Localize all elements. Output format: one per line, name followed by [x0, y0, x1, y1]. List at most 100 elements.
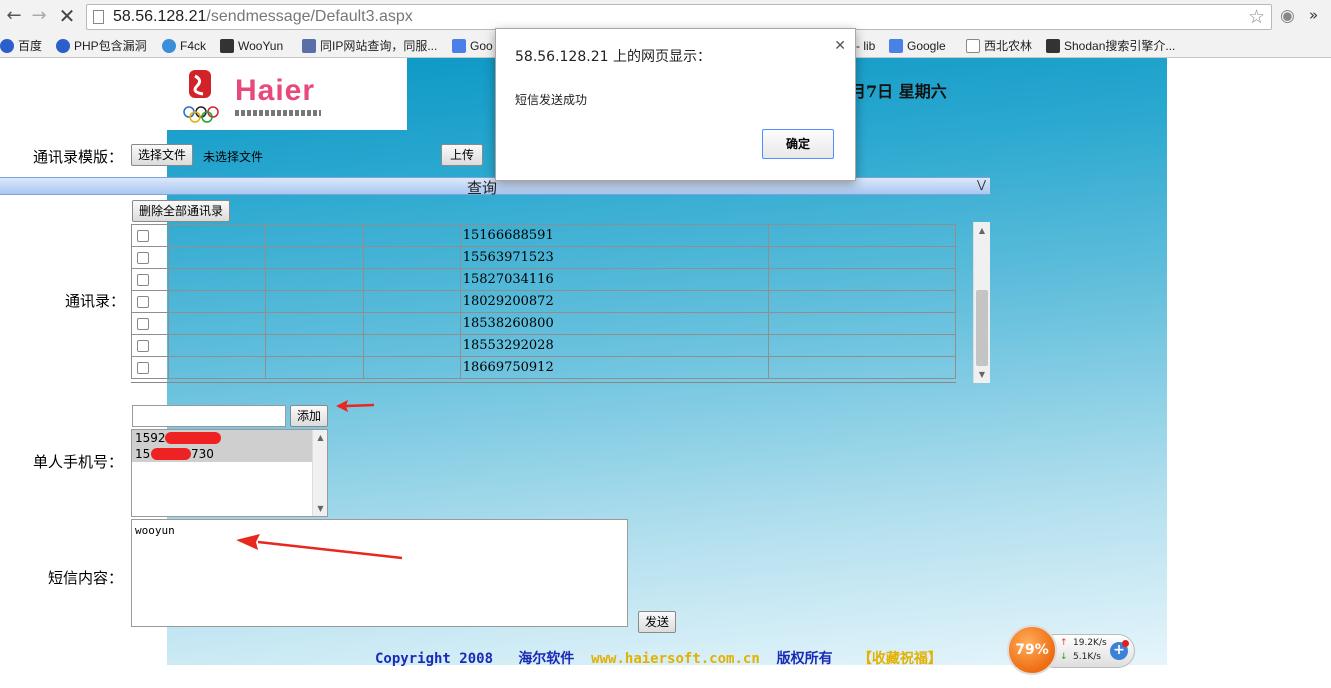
extension-globe-icon[interactable]: ◉	[1280, 6, 1295, 26]
bookmark-label: - lib	[856, 39, 876, 53]
bookmark-item[interactable]: 百度	[0, 37, 42, 55]
query-label: 查询	[467, 179, 498, 197]
bookmark-label: WooYun	[238, 39, 284, 53]
table-row: 18553292028	[131, 334, 956, 357]
footer-site-link[interactable]: www.haiersoft.com.cn	[591, 651, 760, 667]
single-phone-label: 单人手机号：	[33, 453, 124, 471]
overflow-chevron-icon[interactable]: »	[1309, 6, 1318, 24]
add-favorite-link[interactable]: 【收藏祝福】	[858, 651, 942, 667]
phone-cell: 18553292028	[459, 334, 769, 357]
url-host: 58.56.128.21	[113, 8, 207, 25]
upload-speed: 19.2K/s	[1073, 638, 1107, 648]
template-label: 通讯录模版：	[33, 148, 124, 166]
alert-dialog: 58.56.128.21 上的网页显示： ✕ 短信发送成功 确定	[495, 28, 856, 181]
row-checkbox[interactable]	[137, 361, 149, 374]
phone-cell: 15563971523	[459, 246, 769, 269]
bookmark-label: 西北农林	[984, 39, 1033, 53]
wooyun-icon	[220, 39, 234, 53]
bookmark-item[interactable]: F4ck	[162, 37, 206, 55]
page-footer: Copyright 2008 海尔软件 www.haiersoft.com.cn…	[375, 648, 942, 668]
table-row: 15166688591	[131, 224, 956, 247]
url-path: /sendmessage/Default3.aspx	[206, 8, 413, 25]
upload-button[interactable]: 上传	[441, 144, 483, 166]
table-row: 15563971523	[131, 246, 956, 269]
google-icon	[889, 39, 903, 53]
logo-tagline	[235, 110, 321, 116]
memory-percent[interactable]: 79%	[1007, 625, 1057, 675]
row-checkbox[interactable]	[137, 339, 149, 352]
back-icon[interactable]: ←	[3, 5, 25, 27]
contacts-table: 15166688591 15563971523 15827034116 1802…	[131, 224, 956, 383]
table-row: 15827034116	[131, 268, 956, 291]
document-icon	[966, 39, 980, 53]
f4ck-icon	[162, 39, 176, 53]
add-button[interactable]: 添加	[290, 405, 329, 427]
row-checkbox[interactable]	[137, 251, 149, 264]
table-row: 18029200872	[131, 290, 956, 313]
stop-icon[interactable]: ✕	[56, 5, 78, 27]
bookmark-label: PHP包含漏洞	[74, 39, 147, 53]
list-scrollbar[interactable]: ▲ ▼	[312, 430, 327, 516]
bookmark-item[interactable]: PHP包含漏洞	[56, 37, 147, 55]
phone-cell: 18029200872	[459, 290, 769, 313]
bookmark-item[interactable]: 西北农林	[966, 37, 1032, 55]
bookmark-item[interactable]: Shodan搜索引擎介...	[1046, 37, 1175, 55]
scroll-thumb[interactable]	[976, 290, 988, 366]
row-checkbox[interactable]	[137, 317, 149, 330]
bookmark-item[interactable]: Google	[889, 37, 946, 55]
dialog-message: 短信发送成功	[515, 93, 588, 107]
forward-icon[interactable]: →	[28, 5, 50, 27]
bookmark-item[interactable]: - lib	[856, 37, 875, 55]
phone-number-input[interactable]	[132, 405, 286, 427]
page-icon	[93, 10, 104, 24]
scroll-up-icon[interactable]: ▲	[313, 433, 327, 442]
red-arrow-annotation-icon	[236, 534, 403, 560]
delete-all-contacts-button[interactable]: 删除全部通讯录	[132, 200, 231, 222]
phone-cell: 15166688591	[459, 224, 769, 247]
bookmark-item[interactable]: WooYun	[220, 37, 283, 55]
phone-cell: 18669750912	[459, 356, 769, 379]
scroll-down-icon[interactable]: ▼	[974, 370, 990, 379]
upload-arrow-icon: ↑	[1060, 638, 1068, 648]
scroll-up-icon[interactable]: ▲	[974, 226, 990, 235]
row-checkbox[interactable]	[137, 229, 149, 242]
bookmark-label: Shodan搜索引擎介...	[1064, 39, 1176, 53]
list-item[interactable]: 15 730	[132, 446, 314, 462]
row-checkbox[interactable]	[137, 295, 149, 308]
red-arrow-annotation-icon	[336, 400, 375, 412]
address-url: 58.56.128.21/sendmessage/Default3.aspx	[113, 8, 413, 26]
footer-copyright: Copyright 2008	[375, 651, 494, 667]
row-checkbox[interactable]	[137, 273, 149, 286]
notification-dot	[1122, 640, 1129, 647]
chevron-down-icon[interactable]: ⋁	[977, 178, 986, 191]
redaction-mark	[165, 432, 221, 444]
baidu-paw-icon	[0, 39, 14, 53]
table-row: 18669750912	[131, 356, 956, 379]
download-arrow-icon: ↓	[1060, 652, 1068, 662]
no-file-text: 未选择文件	[203, 150, 264, 164]
close-icon[interactable]: ✕	[834, 38, 846, 54]
list-item[interactable]: 1592	[132, 430, 314, 446]
contacts-label: 通讯录：	[65, 292, 126, 310]
choose-file-button[interactable]: 选择文件	[131, 144, 194, 166]
scroll-down-icon[interactable]: ▼	[313, 504, 327, 513]
phone-number-list[interactable]: 1592 15 730 ▲ ▼	[131, 429, 328, 517]
bookmark-item[interactable]: 同IP网站查询，同服...	[302, 37, 437, 55]
header-logo: Haier	[167, 58, 407, 130]
baidu-paw-icon	[56, 39, 70, 53]
bookmark-label: 百度	[18, 39, 43, 53]
network-speed-widget[interactable]: 79% ↑ 19.2K/s ↓ 5.1K/s +	[1007, 625, 1135, 679]
bookmark-label: Google	[907, 39, 946, 53]
redaction-mark	[151, 448, 191, 460]
download-speed: 5.1K/s	[1073, 652, 1101, 662]
phone-cell: 15827034116	[459, 268, 769, 291]
send-button[interactable]: 发送	[638, 611, 677, 633]
contacts-scrollbar[interactable]: ▲ ▼	[973, 222, 990, 383]
address-bar[interactable]: 58.56.128.21/sendmessage/Default3.aspx ☆	[86, 4, 1272, 30]
bookmark-label: Goo	[470, 39, 493, 53]
bookmark-label: 同IP网站查询，同服...	[320, 39, 438, 53]
bookmark-star-icon[interactable]: ☆	[1248, 6, 1265, 28]
ok-button[interactable]: 确定	[762, 129, 834, 159]
footer-rights: 版权所有	[776, 651, 833, 667]
bookmark-item[interactable]: Goo	[452, 37, 493, 55]
